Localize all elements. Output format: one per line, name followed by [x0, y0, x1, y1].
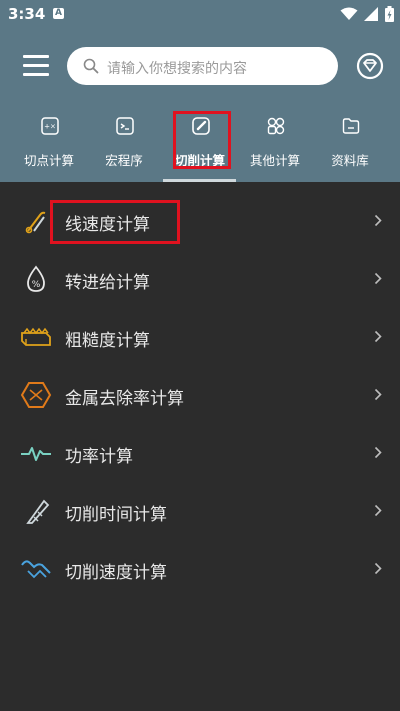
active-tab-indicator [163, 179, 236, 182]
tab-other[interactable]: 其他计算 [238, 110, 312, 182]
folder-icon [342, 118, 360, 134]
svg-text:+×: +× [44, 123, 56, 131]
svg-text:%: % [32, 280, 41, 290]
tab-label: 切点计算 [23, 153, 74, 168]
row-highlight-box [50, 200, 180, 244]
list-item-metal-removal[interactable]: 金属去除率计算 [0, 366, 400, 424]
chevron-right-icon [374, 562, 382, 575]
search-input[interactable]: 请输入你想搜索的内容 [67, 47, 338, 85]
wifi-icon [340, 7, 358, 20]
status-time: 3:34 [8, 5, 46, 23]
list-item-cutting-speed[interactable]: 切削速度计算 [0, 540, 400, 598]
battery-icon [385, 6, 394, 22]
chevron-right-icon [374, 330, 382, 343]
calculator-icon: +× [41, 117, 59, 135]
tab-library[interactable]: 资料库 [313, 110, 387, 182]
list-item-feed-rate[interactable]: % 转进给计算 [0, 250, 400, 308]
vip-diamond-icon[interactable] [356, 52, 384, 80]
tab-label: 宏程序 [105, 153, 143, 168]
chevron-right-icon [374, 504, 382, 517]
tab-label: 其他计算 [249, 153, 300, 168]
tab-highlight-box [173, 111, 231, 169]
list-item-roughness[interactable]: 粗糙度计算 [0, 308, 400, 366]
grid-icon [267, 117, 285, 135]
chevron-right-icon [374, 446, 382, 459]
list-item-power[interactable]: 功率计算 [0, 424, 400, 482]
hexagon-icon [20, 382, 52, 408]
tab-label: 资料库 [331, 153, 369, 168]
search-icon [83, 58, 99, 74]
search-row: 请输入你想搜索的内容 [0, 44, 400, 88]
tools-icon [25, 211, 46, 234]
status-bar: 3:34 A [0, 0, 400, 28]
list-item-label: 转进给计算 [65, 273, 150, 293]
system-icons [340, 6, 394, 22]
list-item-label: 切削时间计算 [65, 505, 167, 525]
list-item-cutting-time[interactable]: 切削时间计算 [0, 482, 400, 540]
list-item-label: 功率计算 [65, 447, 133, 467]
tab-macro[interactable]: 宏程序 [87, 110, 161, 182]
chevron-right-icon [374, 272, 382, 285]
pulse-icon [21, 447, 51, 461]
terminal-icon [116, 117, 134, 135]
speed-hands-icon [21, 560, 51, 579]
blade-icon [26, 499, 50, 524]
chevron-right-icon [374, 388, 382, 401]
list-item-label: 切削速度计算 [65, 563, 167, 583]
menu-button[interactable] [23, 55, 49, 77]
chevron-right-icon [374, 214, 382, 227]
search-placeholder: 请输入你想搜索的内容 [107, 61, 247, 77]
surface-block-icon [21, 327, 51, 346]
list-item-label: 金属去除率计算 [65, 389, 184, 409]
notification-icon: A [53, 8, 64, 19]
tab-cut-point[interactable]: +× 切点计算 [12, 110, 86, 182]
drop-percent-icon: % [27, 265, 45, 292]
list-item-label: 粗糙度计算 [65, 331, 150, 351]
signal-icon [364, 7, 378, 21]
